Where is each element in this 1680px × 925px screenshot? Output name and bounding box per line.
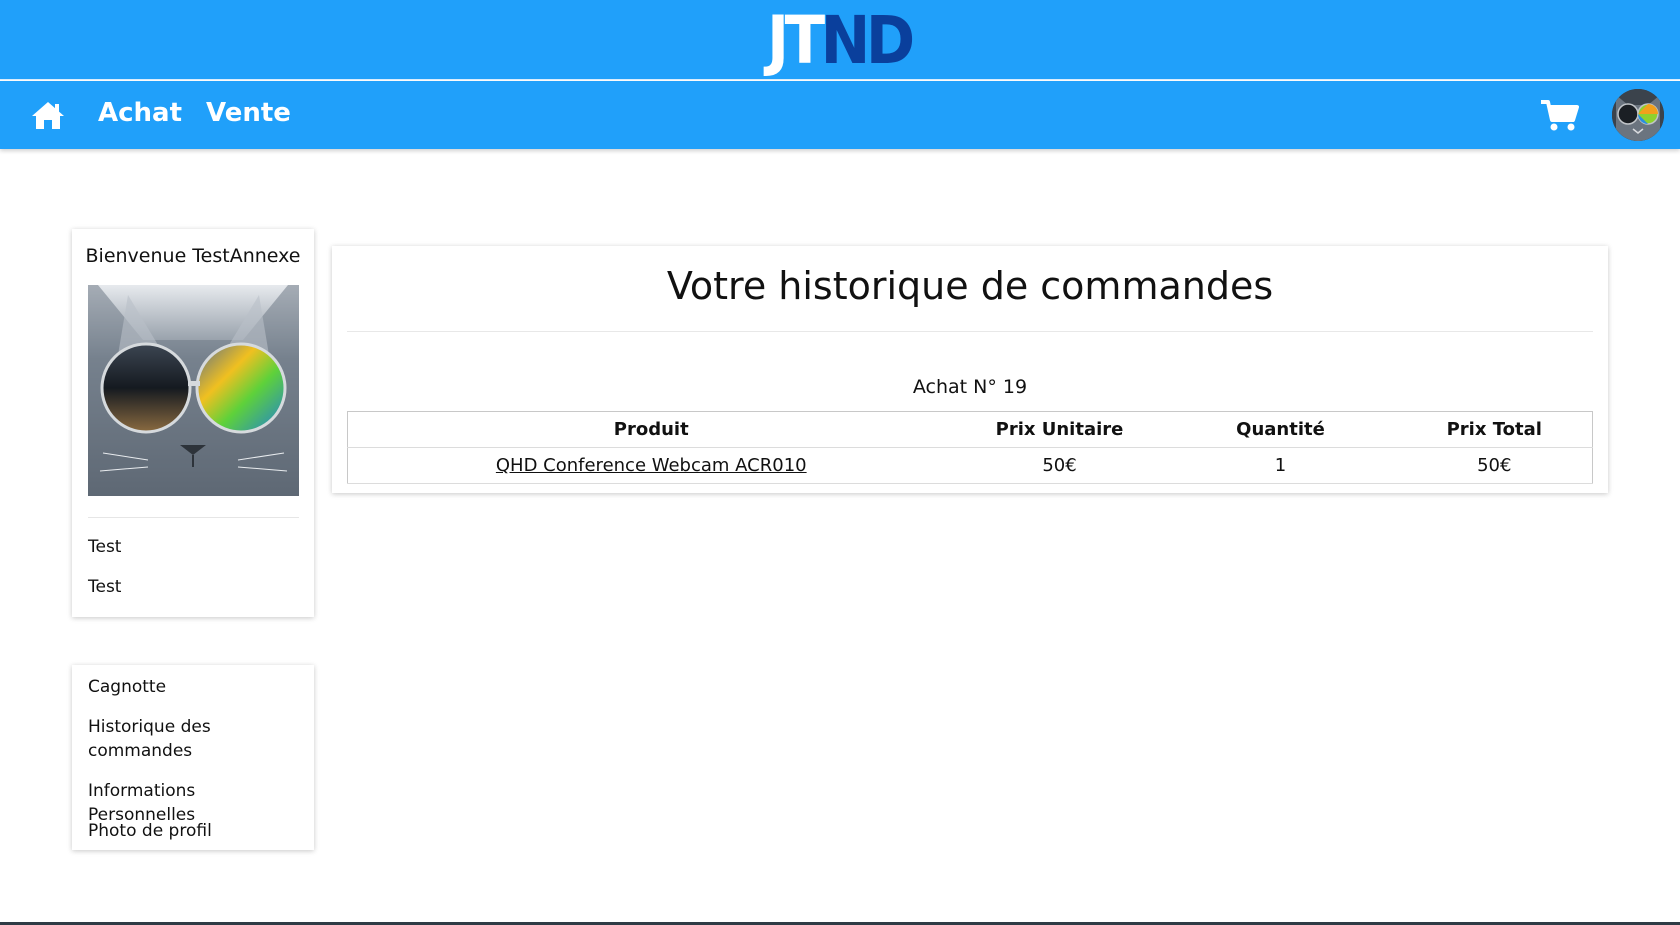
profile-picture <box>88 285 299 496</box>
menu-item-profile-photo[interactable]: Photo de profil <box>88 819 303 843</box>
user-avatar[interactable] <box>1612 89 1664 141</box>
order-number: Achat N° 19 <box>912 376 1028 398</box>
home-icon[interactable] <box>30 99 66 131</box>
account-menu: Cagnotte Historique des commandes Inform… <box>72 665 314 850</box>
welcome-text: Bienvenue TestAnnexe <box>85 245 301 267</box>
menu-item-cagnotte[interactable]: Cagnotte <box>88 675 303 699</box>
nav-link-vente[interactable]: Vente <box>206 98 291 128</box>
logo-part-nd: ND <box>820 1 916 79</box>
profile-info-line: Test <box>88 577 122 597</box>
order-history-card: Votre historique de commandes Achat N° 1… <box>332 246 1608 493</box>
divider <box>88 517 299 518</box>
page-title: Votre historique de commandes <box>666 264 1274 308</box>
cell-unit-price: 50€ <box>954 447 1165 484</box>
profile-info-line: Test <box>88 537 122 557</box>
top-header: JT ND <box>0 0 1680 80</box>
logo-part-jt: JT <box>767 1 825 79</box>
profile-card: Bienvenue TestAnnexe Test Test <box>72 229 314 617</box>
table-row: QHD Conference Webcam ACR010 50€ 1 50€ <box>347 447 1593 484</box>
cell-product: QHD Conference Webcam ACR010 <box>347 447 955 484</box>
column-header-product: Produit <box>347 411 955 448</box>
nav-link-achat[interactable]: Achat <box>98 98 182 128</box>
table-header-row: Produit Prix Unitaire Quantité Prix Tota… <box>347 411 1593 448</box>
site-logo[interactable]: JT ND <box>767 2 915 79</box>
cell-total-price: 50€ <box>1396 447 1593 484</box>
cell-quantity: 1 <box>1164 447 1397 484</box>
column-header-total-price: Prix Total <box>1396 411 1593 448</box>
order-table: Produit Prix Unitaire Quantité Prix Tota… <box>347 411 1593 484</box>
divider <box>347 331 1593 332</box>
product-link[interactable]: QHD Conference Webcam ACR010 <box>496 455 807 476</box>
cart-icon[interactable] <box>1540 99 1580 133</box>
column-header-unit-price: Prix Unitaire <box>954 411 1165 448</box>
menu-item-order-history[interactable]: Historique des commandes <box>88 715 303 763</box>
column-header-quantity: Quantité <box>1164 411 1397 448</box>
navigation-bar: Achat Vente <box>0 81 1680 149</box>
